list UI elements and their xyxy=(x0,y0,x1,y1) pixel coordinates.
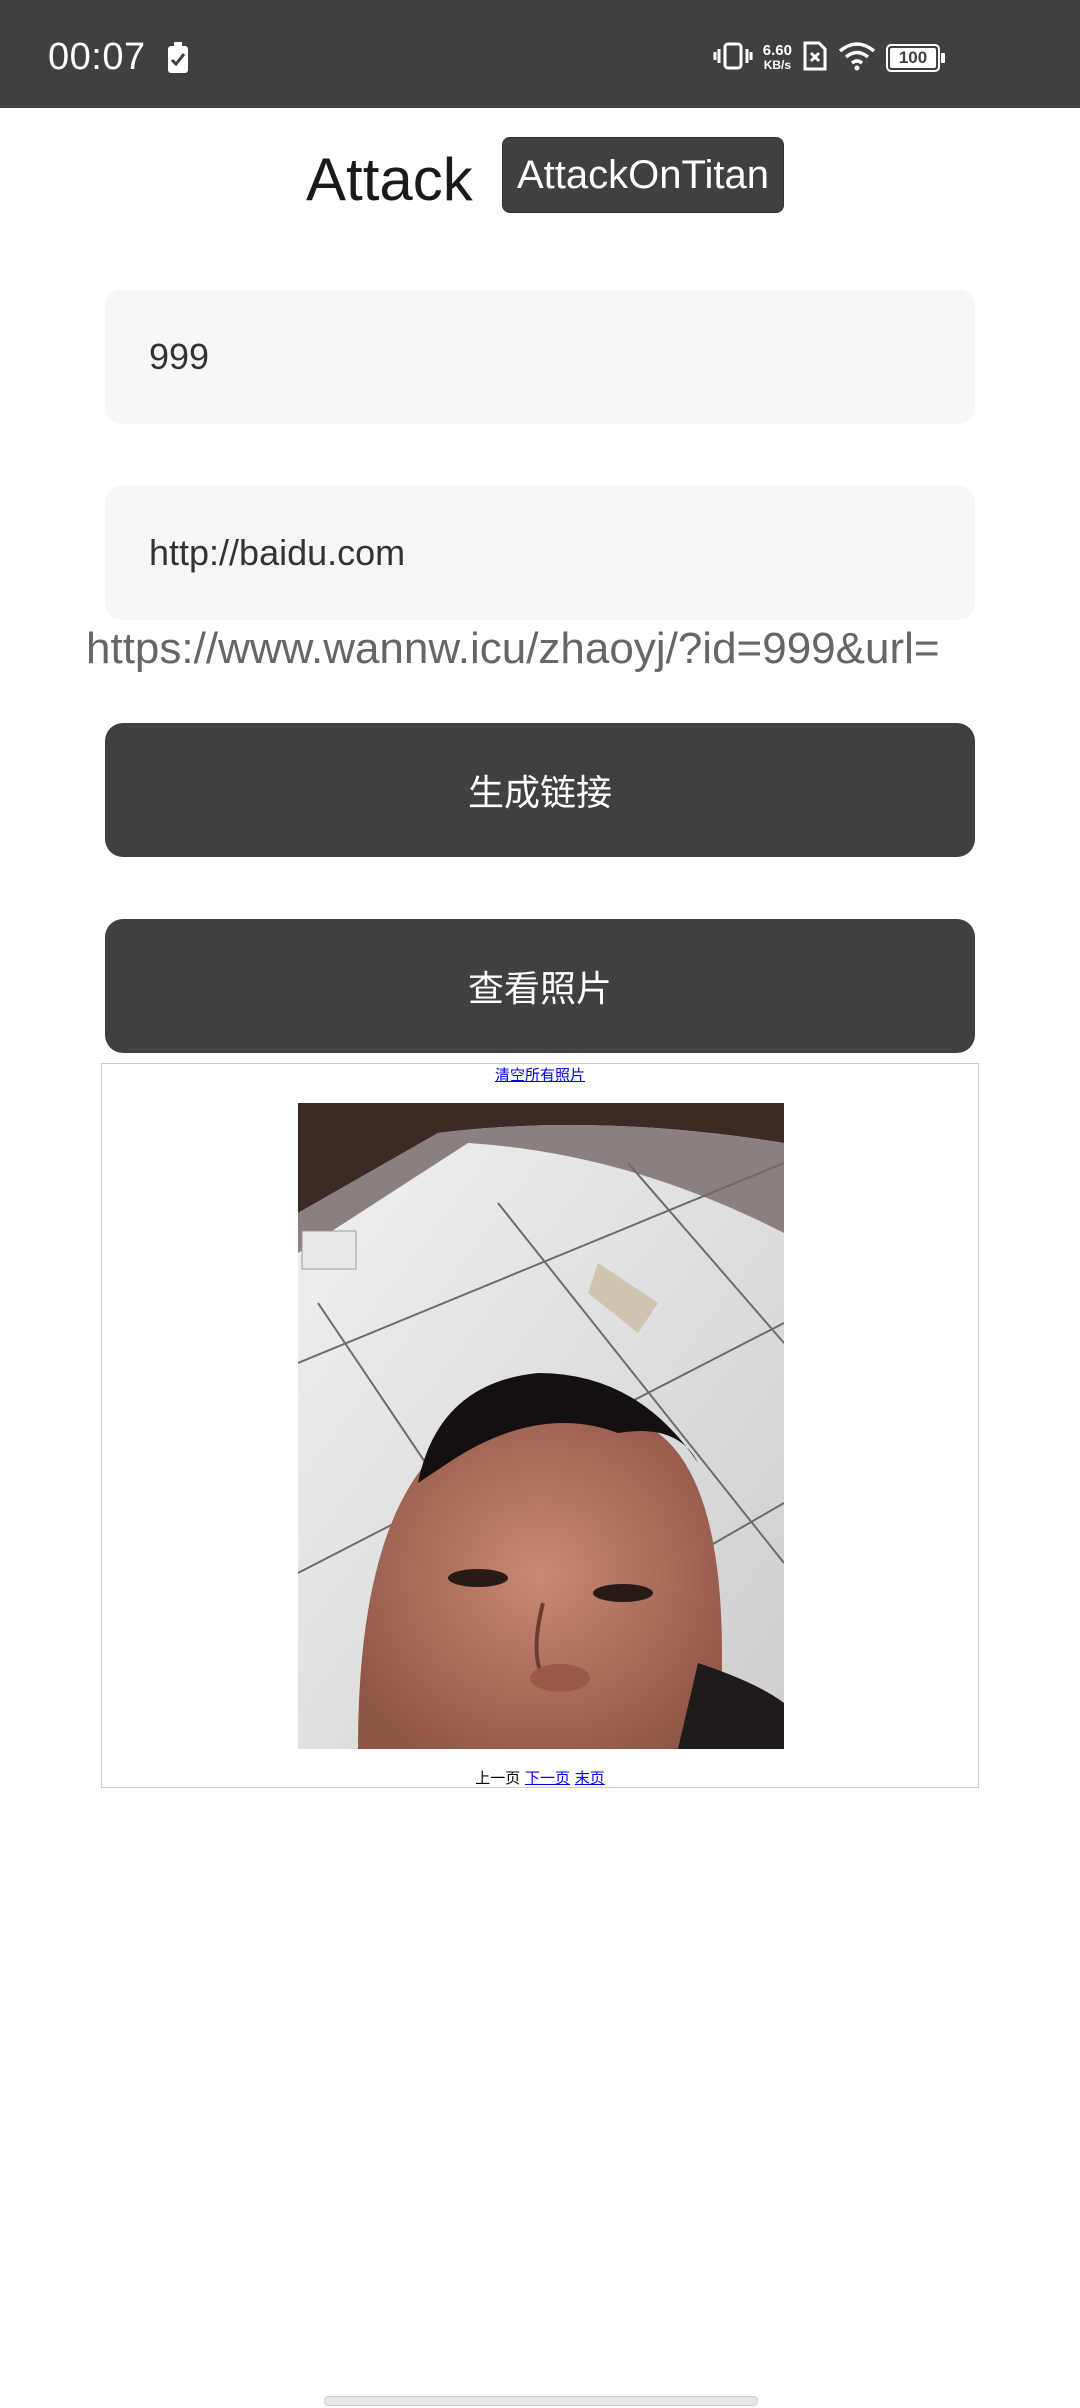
battery-saver-icon xyxy=(166,42,190,74)
net-speed: 6.60 KB/s xyxy=(762,42,792,72)
id-field[interactable] xyxy=(105,290,975,424)
status-bar: 00:07 6.60 KB/s 100 xyxy=(0,0,1080,108)
next-page-link[interactable]: 下一页 xyxy=(525,1769,570,1787)
sim-none-icon xyxy=(802,40,828,76)
last-page-link[interactable]: 末页 xyxy=(575,1769,605,1787)
net-speed-unit: KB/s xyxy=(763,58,792,72)
id-input[interactable] xyxy=(147,335,975,379)
wifi-icon xyxy=(838,41,876,75)
title-row: Attack AttackOnTitan xyxy=(0,135,1080,225)
view-photos-button[interactable]: 查看照片 xyxy=(105,919,975,1053)
battery-level: 100 xyxy=(898,48,928,67)
generated-link-text[interactable]: https://www.wannw.icu/zhaoyj/?id=999&url… xyxy=(86,624,1080,674)
photo-webview: 清空所有照片 上一页 下一页 末页 xyxy=(101,1063,979,1788)
battery-icon: 100 xyxy=(886,44,945,72)
vibrate-icon xyxy=(713,41,753,75)
pagination: 上一页 下一页 末页 xyxy=(102,1767,978,1788)
clear-all-photos-link[interactable]: 清空所有照片 xyxy=(102,1064,978,1085)
prev-page-label: 上一页 xyxy=(475,1769,521,1787)
captured-photo xyxy=(298,1103,784,1749)
url-field[interactable] xyxy=(105,486,975,620)
page-title: Attack xyxy=(306,146,473,213)
url-input[interactable] xyxy=(147,531,975,575)
net-speed-value: 6.60 xyxy=(762,42,792,59)
generate-link-button[interactable]: 生成链接 xyxy=(105,723,975,857)
status-icons: 6.60 KB/s 100 xyxy=(713,38,945,78)
title-chip: AttackOnTitan xyxy=(502,137,784,213)
home-indicator[interactable] xyxy=(324,2396,758,2406)
status-time: 00:07 xyxy=(48,36,146,78)
